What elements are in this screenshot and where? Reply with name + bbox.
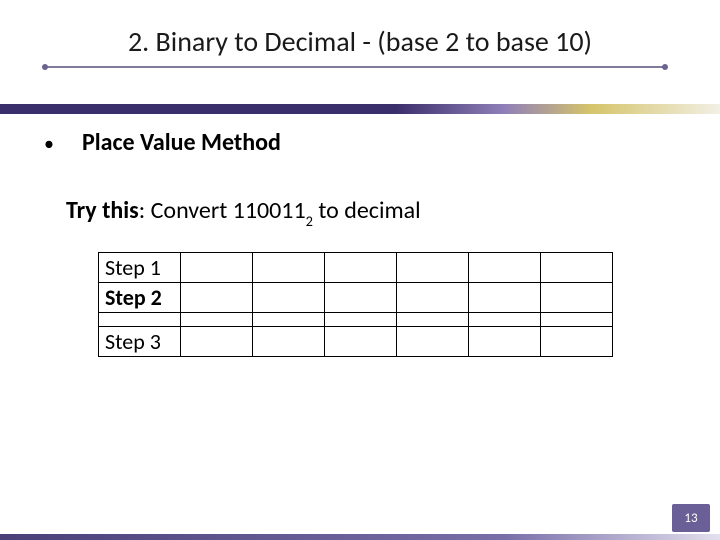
table-cell — [325, 327, 397, 357]
table-cell — [397, 253, 469, 283]
table-cell — [541, 327, 613, 357]
slide-title: 2. Binary to Decimal - (base 2 to base 1… — [0, 24, 720, 59]
bullet-text: Place Value Method — [82, 128, 281, 157]
table-cell — [181, 283, 253, 313]
title-underline — [45, 66, 665, 68]
bullet-item: • Place Value Method — [44, 128, 281, 157]
steps-table: Step 1 Step 2 Step 3 — [98, 252, 613, 357]
footer-accent-bar — [0, 534, 720, 540]
table-cell — [325, 253, 397, 283]
table-cell — [181, 327, 253, 357]
table-row: Step 3 — [99, 327, 613, 357]
accent-bar — [0, 104, 720, 114]
table-row: Step 1 — [99, 253, 613, 283]
step-label: Step 3 — [99, 327, 181, 357]
table-cell — [541, 283, 613, 313]
try-this-body-post: to decimal — [313, 196, 421, 225]
table-cell — [181, 253, 253, 283]
table-cell — [469, 283, 541, 313]
try-this-colon: : — [139, 196, 151, 225]
table-cell — [541, 253, 613, 283]
table-cell — [325, 283, 397, 313]
slide: 2. Binary to Decimal - (base 2 to base 1… — [0, 0, 720, 540]
page-number: 13 — [672, 504, 710, 532]
bullet-marker: • — [44, 134, 54, 154]
table-cell — [397, 283, 469, 313]
table-cell — [397, 327, 469, 357]
table-row: Step 2 — [99, 283, 613, 313]
table-cell — [253, 283, 325, 313]
table-cell — [469, 253, 541, 283]
try-this-line: Try this: Convert 1100112 to decimal — [66, 196, 421, 228]
try-this-label: Try this — [66, 196, 139, 225]
try-this-body-pre: Convert 110011 — [151, 196, 306, 225]
table-cell — [253, 327, 325, 357]
table-cell — [469, 327, 541, 357]
step-label: Step 1 — [99, 253, 181, 283]
table-cell — [253, 253, 325, 283]
table-gap-row — [99, 313, 613, 327]
try-this-subscript: 2 — [306, 212, 313, 230]
step-label: Step 2 — [99, 283, 181, 313]
